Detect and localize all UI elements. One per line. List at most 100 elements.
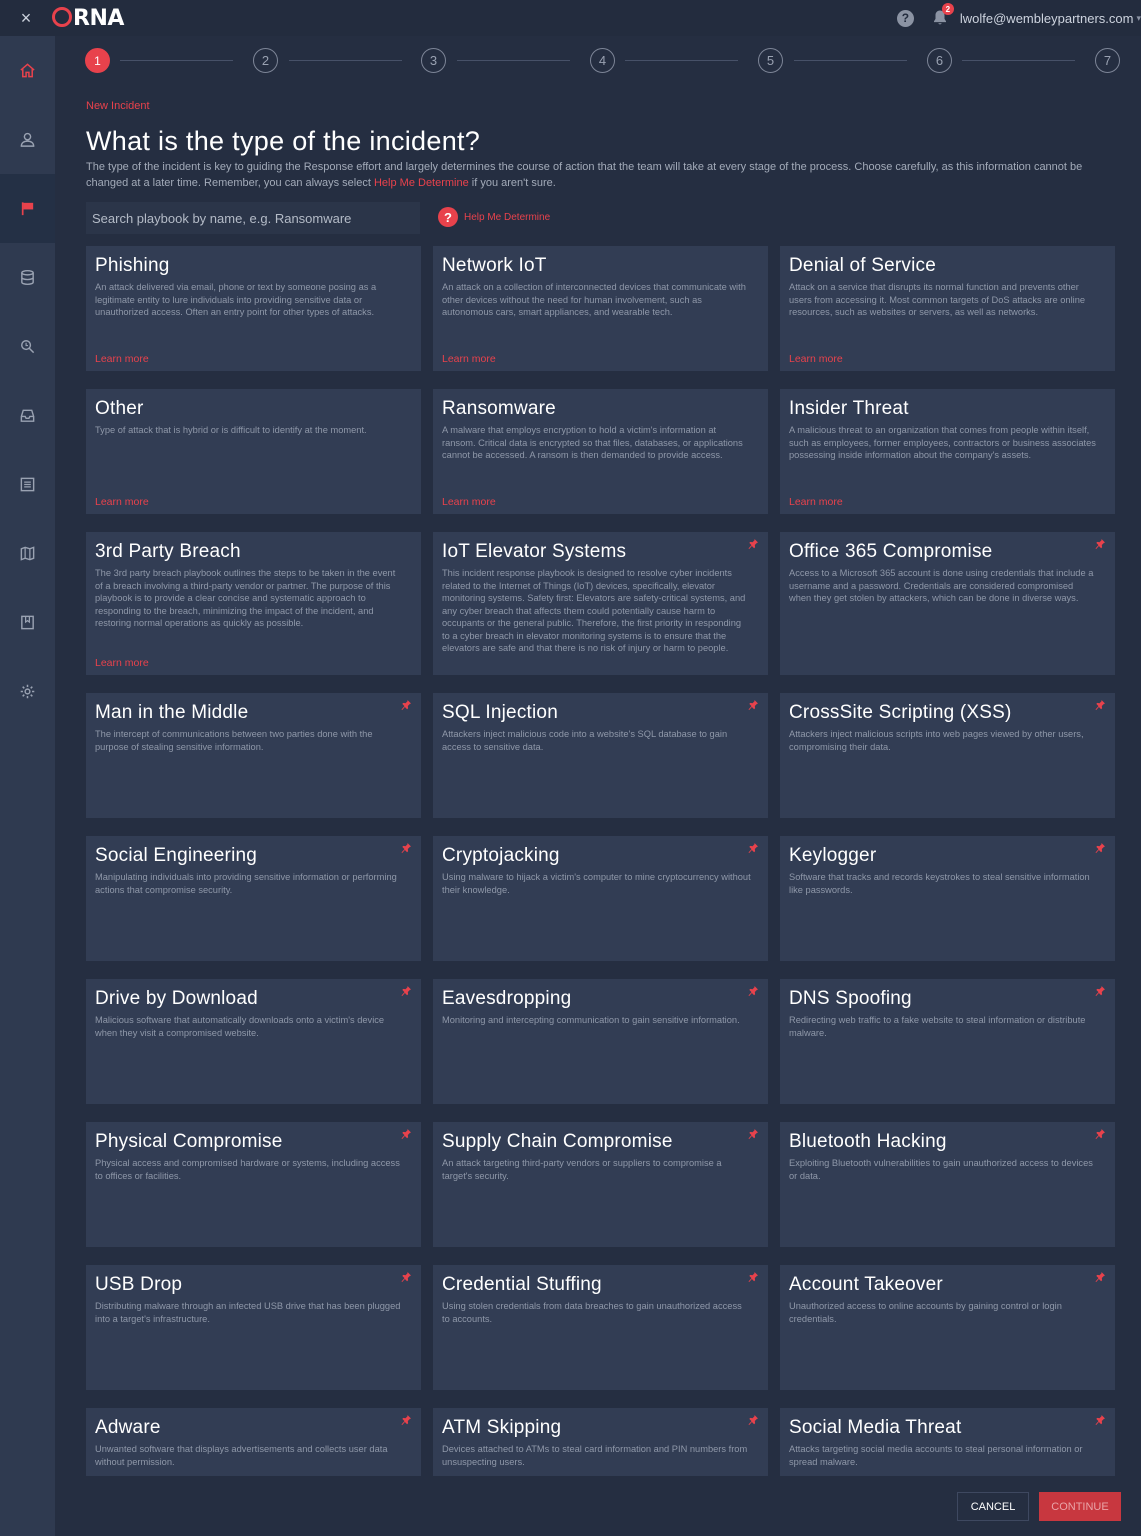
playbook-grid: Phishing An attack delivered via email, p…	[86, 246, 1116, 1476]
pin-icon[interactable]	[1094, 698, 1106, 710]
playbook-card[interactable]: Eavesdropping Monitoring and intercepting…	[433, 979, 768, 1104]
stepper: 1 2 3 4 5 6 7	[85, 48, 1121, 74]
pin-icon[interactable]	[1094, 984, 1106, 996]
playbook-card[interactable]: CrossSite Scripting (XSS) Attackers injec…	[780, 693, 1115, 818]
playbook-card[interactable]: Insider Threat A malicious threat to an o…	[780, 389, 1115, 514]
pin-icon[interactable]	[400, 1413, 412, 1425]
close-icon[interactable]: ×	[0, 8, 52, 29]
playbook-card[interactable]: Keylogger Software that tracks and record…	[780, 836, 1115, 961]
inbox-icon	[20, 409, 35, 422]
playbook-card[interactable]: Man in the Middle The intercept of commun…	[86, 693, 421, 818]
playbook-card[interactable]: IoT Elevator Systems This incident respon…	[433, 532, 768, 675]
pin-icon[interactable]	[400, 698, 412, 710]
app-root: × RNA ? 2 lwolfe@wembleypartners.com ▾ 1…	[0, 0, 1141, 1536]
step-4[interactable]: 4	[590, 48, 615, 73]
chevron-down-icon[interactable]: ▾	[1136, 13, 1141, 24]
pin-icon[interactable]	[747, 698, 759, 710]
playbook-card[interactable]: ATM Skipping Devices attached to ATMs to …	[433, 1408, 768, 1476]
playbook-card[interactable]: DNS Spoofing Redirecting web traffic to a…	[780, 979, 1115, 1104]
pin-icon[interactable]	[747, 1413, 759, 1425]
step-3[interactable]: 3	[421, 48, 446, 73]
playbook-card-title: Man in the Middle	[95, 702, 249, 723]
sidebar-item-search[interactable]	[0, 312, 55, 381]
playbook-card[interactable]: Credential Stuffing Using stolen credenti…	[433, 1265, 768, 1390]
continue-button[interactable]: CONTINUE	[1039, 1492, 1121, 1521]
breadcrumb[interactable]: New Incident	[86, 100, 150, 112]
playbook-card-title: Keylogger	[789, 845, 877, 866]
step-2[interactable]: 2	[253, 48, 278, 73]
pin-icon[interactable]	[400, 1127, 412, 1139]
playbook-card[interactable]: Drive by Download Malicious software that…	[86, 979, 421, 1104]
playbook-card-title: DNS Spoofing	[789, 988, 912, 1009]
playbook-card-title: Credential Stuffing	[442, 1274, 602, 1295]
pin-icon[interactable]	[1094, 1413, 1106, 1425]
pin-icon[interactable]	[747, 984, 759, 996]
pin-icon[interactable]	[1094, 1127, 1106, 1139]
playbook-card-description: A malware that employs encryption to hol…	[442, 425, 743, 460]
sidebar-item-user[interactable]	[0, 105, 55, 174]
step-6[interactable]: 6	[927, 48, 952, 73]
learn-more-link[interactable]: Learn more	[95, 353, 149, 365]
search-input[interactable]	[86, 202, 420, 234]
playbook-card[interactable]: Office 365 Compromise Access to a Microso…	[780, 532, 1115, 675]
cancel-button[interactable]: CANCEL	[957, 1492, 1029, 1521]
pin-icon[interactable]	[1094, 841, 1106, 853]
logo-o-mark	[52, 7, 72, 27]
playbook-card-description: Attacks targeting social media accounts …	[789, 1444, 1083, 1467]
sidebar-item-database[interactable]	[0, 243, 55, 312]
learn-more-link[interactable]: Learn more	[442, 496, 496, 508]
pin-icon[interactable]	[400, 984, 412, 996]
playbook-card[interactable]: Network IoT An attack on a collection of …	[433, 246, 768, 371]
playbook-card-title: Physical Compromise	[95, 1131, 283, 1152]
playbook-card[interactable]: Adware Unwanted software that displays ad…	[86, 1408, 421, 1476]
notifications-button[interactable]: 2	[932, 3, 954, 27]
playbook-card[interactable]: Other Type of attack that is hybrid or is…	[86, 389, 421, 514]
playbook-card[interactable]: Bluetooth Hacking Exploiting Bluetooth vu…	[780, 1122, 1115, 1247]
learn-more-link[interactable]: Learn more	[95, 496, 149, 508]
playbook-card-description: Attackers inject malicious scripts into …	[789, 729, 1084, 752]
learn-more-link[interactable]: Learn more	[789, 496, 843, 508]
learn-more-link[interactable]: Learn more	[789, 353, 843, 365]
pin-icon[interactable]	[400, 1270, 412, 1282]
sidebar-item-inbox[interactable]	[0, 381, 55, 450]
playbook-card[interactable]: Cryptojacking Using malware to hijack a v…	[433, 836, 768, 961]
playbook-card[interactable]: Physical Compromise Physical access and c…	[86, 1122, 421, 1247]
step-7[interactable]: 7	[1095, 48, 1120, 73]
playbook-card[interactable]: Account Takeover Unauthorized access to o…	[780, 1265, 1115, 1390]
playbook-card[interactable]: Supply Chain Compromise An attack targeti…	[433, 1122, 768, 1247]
playbook-card[interactable]: Denial of Service Attack on a service tha…	[780, 246, 1115, 371]
playbook-card[interactable]: SQL Injection Attackers inject malicious …	[433, 693, 768, 818]
pin-icon[interactable]	[747, 537, 759, 549]
help-determine-button[interactable]: ? Help Me Determine	[438, 207, 550, 227]
pin-icon[interactable]	[747, 1270, 759, 1282]
playbook-card[interactable]: Ransomware A malware that employs encrypt…	[433, 389, 768, 514]
playbook-card[interactable]: USB Drop Distributing malware through an …	[86, 1265, 421, 1390]
sidebar-item-home[interactable]	[0, 36, 55, 105]
playbook-card[interactable]: Phishing An attack delivered via email, p…	[86, 246, 421, 371]
user-email[interactable]: lwolfe@wembleypartners.com	[960, 11, 1134, 26]
playbook-card[interactable]: 3rd Party Breach The 3rd party breach pla…	[86, 532, 421, 675]
sidebar-item-list[interactable]	[0, 450, 55, 519]
sidebar-item-map[interactable]	[0, 519, 55, 588]
playbook-card[interactable]: Social Engineering Manipulating individua…	[86, 836, 421, 961]
help-me-determine-link[interactable]: Help Me Determine	[374, 177, 469, 189]
learn-more-link[interactable]: Learn more	[442, 353, 496, 365]
playbook-card[interactable]: Social Media Threat Attacks targeting soc…	[780, 1408, 1115, 1476]
pin-icon[interactable]	[400, 841, 412, 853]
step-1[interactable]: 1	[85, 48, 110, 73]
pin-icon[interactable]	[747, 841, 759, 853]
sidebar-item-incidents[interactable]	[0, 174, 55, 243]
pin-icon[interactable]	[747, 1127, 759, 1139]
playbook-card-description: A malicious threat to an organization th…	[789, 425, 1096, 460]
sidebar-item-bookmark[interactable]	[0, 588, 55, 657]
help-icon[interactable]: ?	[896, 9, 914, 27]
pin-icon[interactable]	[1094, 537, 1106, 549]
sidebar	[0, 36, 55, 1536]
step-5[interactable]: 5	[758, 48, 783, 73]
playbook-card-description: Type of attack that is hybrid or is diff…	[95, 425, 367, 435]
page-title: What is the type of the incident?	[86, 126, 481, 156]
map-icon	[20, 546, 35, 561]
learn-more-link[interactable]: Learn more	[95, 657, 149, 669]
sidebar-item-settings[interactable]	[0, 657, 55, 726]
pin-icon[interactable]	[1094, 1270, 1106, 1282]
